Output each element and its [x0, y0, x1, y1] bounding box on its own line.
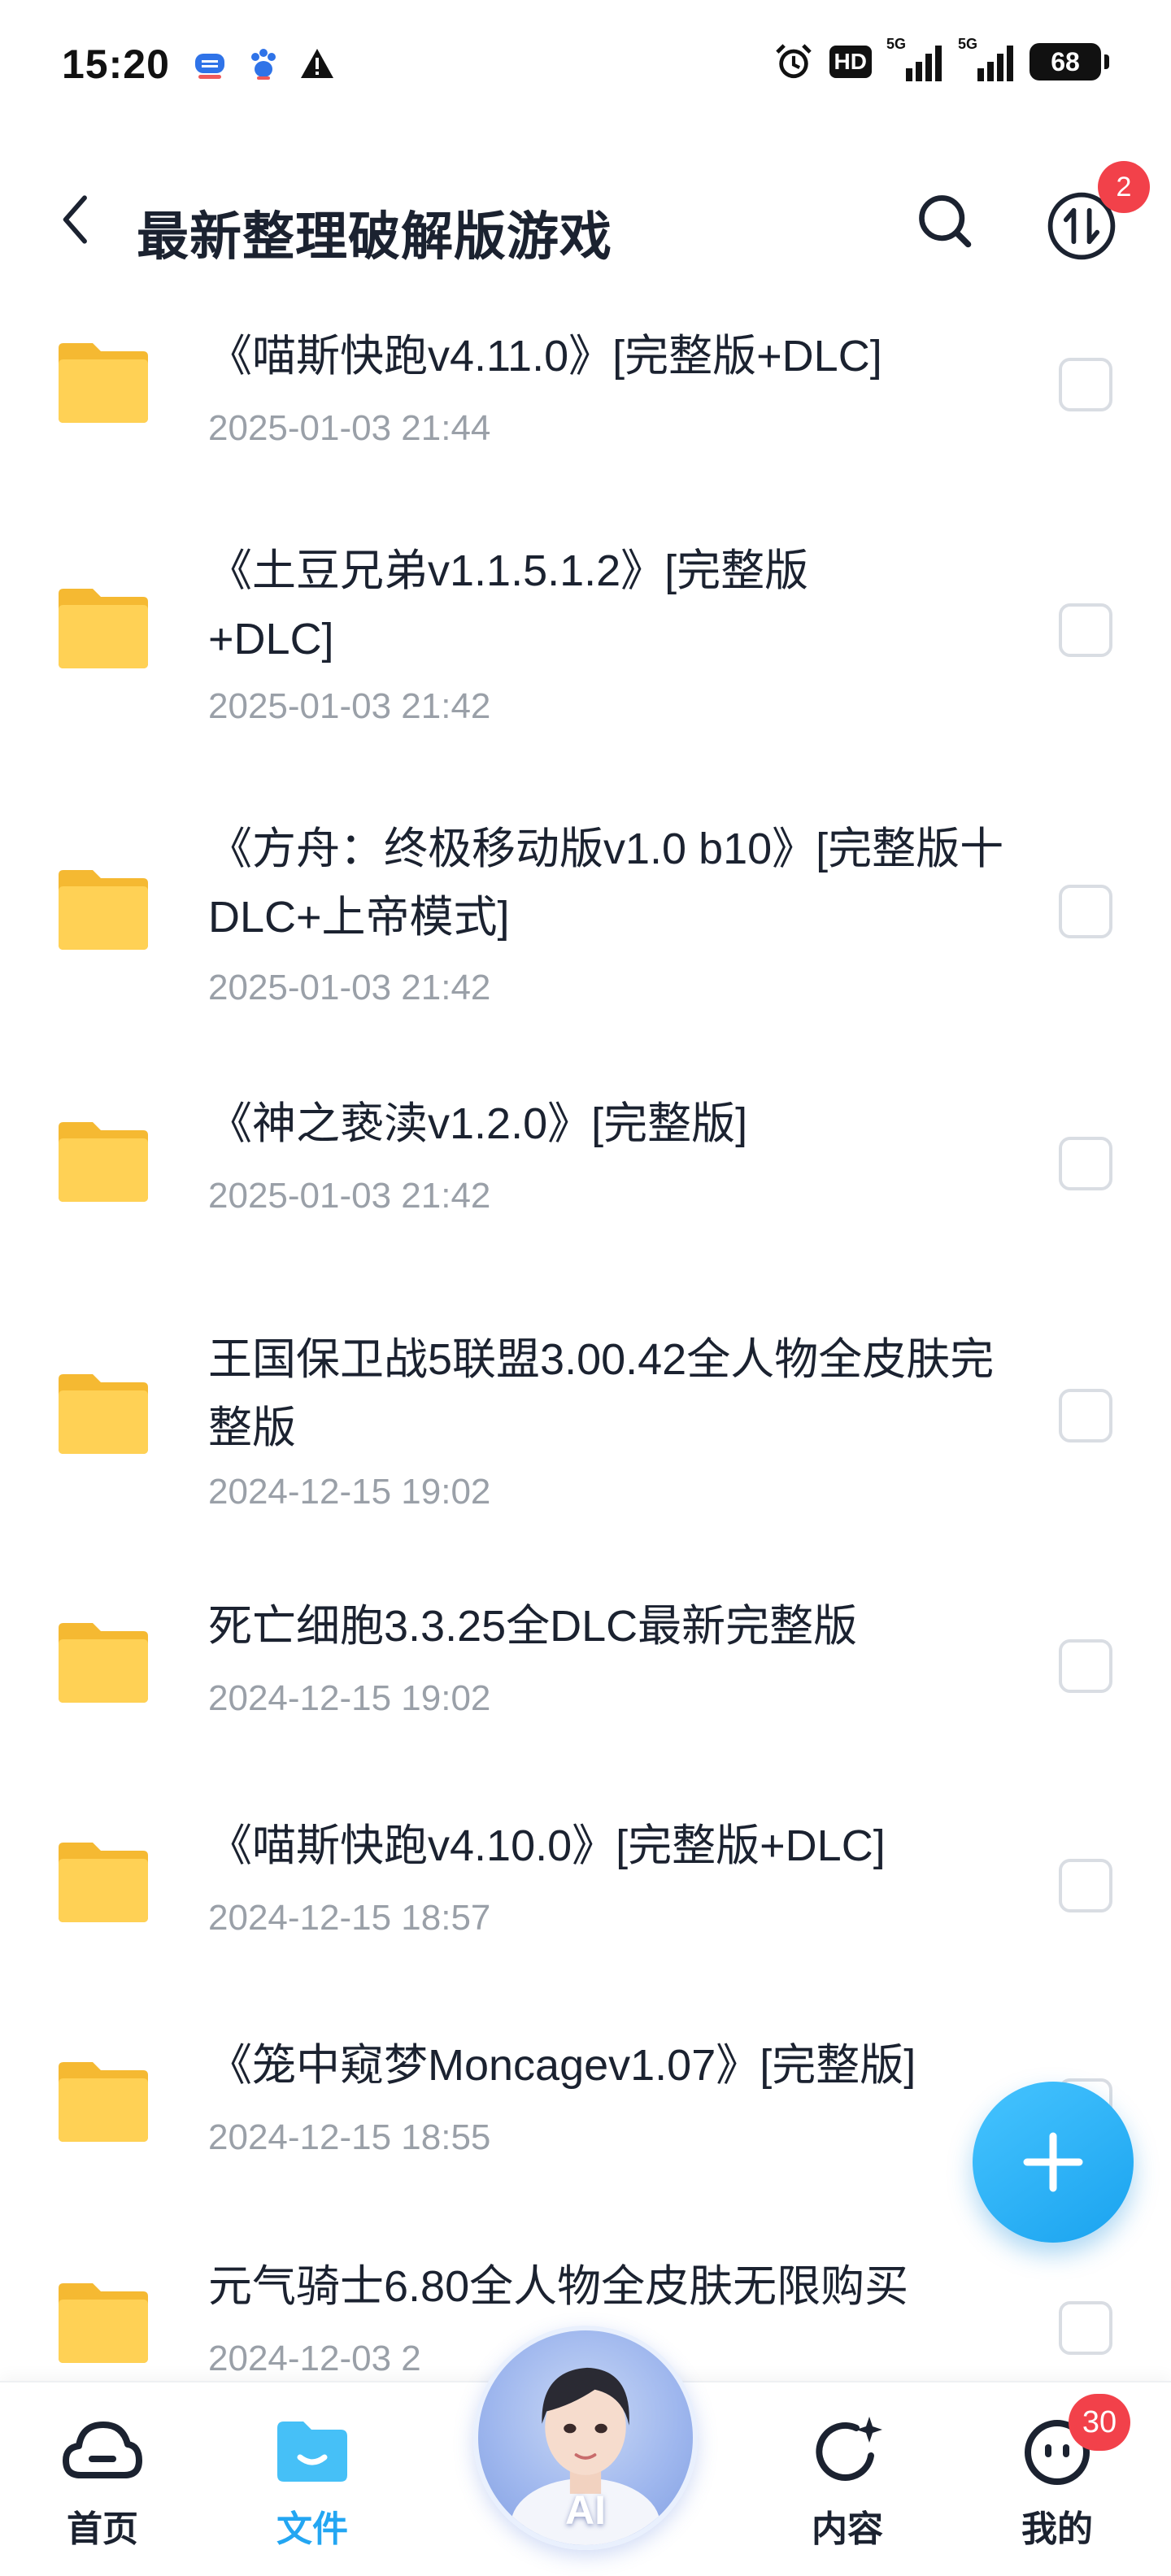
- folder-icon: [59, 1122, 148, 1202]
- folder-icon: [59, 2062, 148, 2142]
- folder-nav-icon: [277, 2422, 347, 2482]
- transfer-count-badge: 2: [1098, 161, 1150, 213]
- folder-icon: [59, 589, 148, 668]
- signal-1: 5G: [886, 36, 943, 83]
- page-title: 最新整理破解版游戏: [137, 207, 612, 266]
- select-checkbox[interactable]: [1059, 1137, 1112, 1190]
- nav-files[interactable]: 文件: [231, 2399, 394, 2561]
- file-name: 《方舟：终极移动版v1.0 b10》[完整版十DLC+上帝模式]: [208, 825, 1004, 942]
- nav-content[interactable]: 内容: [766, 2399, 929, 2561]
- back-button[interactable]: [44, 187, 109, 252]
- folder-icon: [59, 1843, 148, 1922]
- file-date: 2024-12-15 18:57: [208, 1898, 491, 1938]
- file-name: 王国保卫战5联盟3.00.42全人物全皮肤完整版: [208, 1335, 995, 1452]
- alarm-icon: [775, 44, 812, 79]
- nav-files-label: 文件: [276, 2509, 348, 2549]
- paw-app-icon: [251, 49, 276, 80]
- select-checkbox[interactable]: [1059, 603, 1112, 657]
- add-button[interactable]: [973, 2082, 1134, 2243]
- file-name: 《土豆兄弟v1.1.5.1.2》[完整版+DLC]: [208, 546, 809, 664]
- folder-icon: [59, 1374, 148, 1454]
- file-date: 2024-12-15 19:02: [208, 1678, 491, 1718]
- refresh-sparkle-icon: [816, 2417, 882, 2481]
- battery-indicator: 68: [1030, 43, 1109, 80]
- ai-label: AI: [565, 2487, 606, 2533]
- file-date: 2024-12-15 19:02: [208, 1472, 491, 1512]
- file-date: 2025-01-03 21:42: [208, 686, 491, 726]
- select-checkbox[interactable]: [1059, 1639, 1112, 1693]
- network-type-2: 5G: [958, 36, 978, 52]
- back-arrow-icon: [63, 195, 87, 244]
- folder-icon: [59, 1623, 148, 1703]
- status-notification-icons: [192, 46, 335, 81]
- mine-notification-badge: 30: [1069, 2394, 1130, 2451]
- status-bar: 15:20 HD 5G 5G 68: [0, 0, 1171, 130]
- file-date: 2025-01-03 21:42: [208, 1176, 491, 1216]
- nav-home[interactable]: 首页: [21, 2399, 184, 2561]
- folder-icon: [59, 343, 148, 423]
- status-system-icons: HD 5G 5G 68: [773, 36, 1109, 83]
- search-icon: [919, 195, 972, 248]
- select-checkbox[interactable]: [1059, 2301, 1112, 2355]
- cloud-home-icon: [63, 2422, 142, 2478]
- status-time: 15:20: [62, 41, 170, 87]
- file-name: 元气骑士6.80全人物全皮肤无限购买: [208, 2262, 909, 2311]
- select-checkbox[interactable]: [1059, 1389, 1112, 1442]
- file-list: 《喵斯快跑v4.11.0》[完整版+DLC] 2025-01-03 21:44 …: [0, 293, 1171, 2391]
- hd-voice-badge: HD: [829, 46, 872, 78]
- file-name: 《喵斯快跑v4.10.0》[完整版+DLC]: [208, 1821, 886, 1870]
- select-checkbox[interactable]: [1059, 358, 1112, 411]
- folder-icon: [59, 870, 148, 950]
- nav-content-label: 内容: [812, 2509, 883, 2549]
- file-date: 2025-01-03 21:42: [208, 968, 491, 1007]
- search-button[interactable]: [911, 187, 979, 255]
- cloud-app-icon: [195, 54, 224, 79]
- select-checkbox[interactable]: [1059, 885, 1112, 938]
- file-date: 2025-01-03 21:44: [208, 408, 491, 448]
- ai-assistant-button[interactable]: AI: [473, 2326, 698, 2550]
- plus-icon: [1023, 2132, 1083, 2192]
- warning-icon: [301, 49, 333, 78]
- folder-icon: [59, 2283, 148, 2363]
- file-date: 2024-12-03 2: [208, 2339, 421, 2378]
- nav-mine-label: 我的: [1021, 2509, 1093, 2549]
- file-name: 《神之亵渎v1.2.0》[完整版]: [208, 1099, 748, 1148]
- select-checkbox[interactable]: [1059, 1859, 1112, 1912]
- file-date: 2024-12-15 18:55: [208, 2117, 491, 2157]
- nav-home-label: 首页: [67, 2509, 138, 2549]
- file-name: 《笼中窥梦Moncagev1.07》[完整版]: [208, 2041, 916, 2090]
- file-name: 死亡细胞3.3.25全DLC最新完整版: [208, 1602, 858, 1651]
- network-type-1: 5G: [886, 36, 907, 52]
- file-name: 《喵斯快跑v4.11.0》[完整版+DLC]: [208, 332, 882, 381]
- signal-2: 5G: [958, 36, 1015, 83]
- header: 最新整理破解版游戏: [0, 163, 1171, 285]
